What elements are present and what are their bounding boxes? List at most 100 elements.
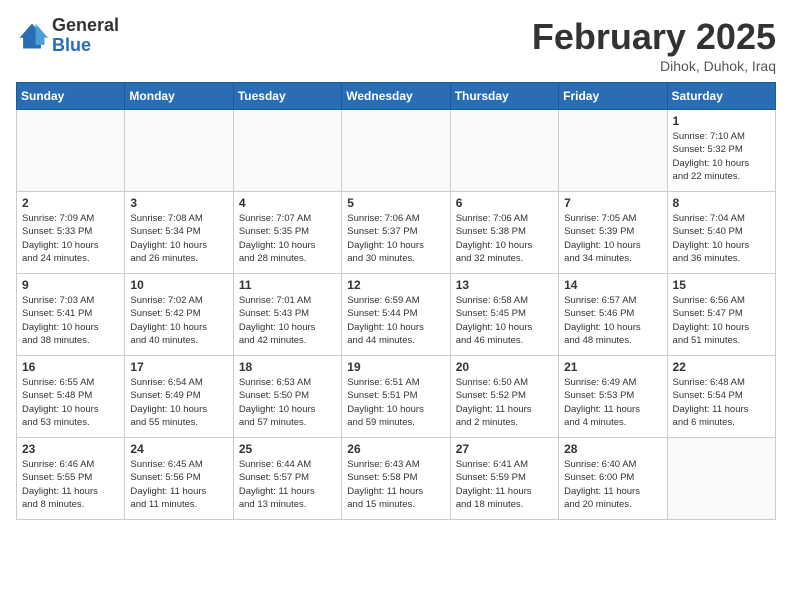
week-row-3: 9 Sunrise: 7:03 AM Sunset: 5:41 PM Daylig…	[17, 274, 776, 356]
day-number: 13	[456, 278, 553, 292]
calendar-cell: 21 Sunrise: 6:49 AM Sunset: 5:53 PM Dayli…	[559, 356, 667, 438]
weekday-header-tuesday: Tuesday	[233, 83, 341, 110]
day-info: Sunrise: 7:06 AM Sunset: 5:37 PM Dayligh…	[347, 212, 444, 265]
day-number: 23	[22, 442, 119, 456]
calendar-cell	[450, 110, 558, 192]
day-info: Sunrise: 6:53 AM Sunset: 5:50 PM Dayligh…	[239, 376, 336, 429]
calendar-cell: 16 Sunrise: 6:55 AM Sunset: 5:48 PM Dayli…	[17, 356, 125, 438]
calendar-cell: 7 Sunrise: 7:05 AM Sunset: 5:39 PM Daylig…	[559, 192, 667, 274]
calendar-cell: 4Sunrise: 7:07 AM Sunset: 5:35 PM Daylig…	[233, 192, 341, 274]
weekday-header-row: SundayMondayTuesdayWednesdayThursdayFrid…	[17, 83, 776, 110]
day-number: 14	[564, 278, 661, 292]
calendar-cell: 19 Sunrise: 6:51 AM Sunset: 5:51 PM Dayli…	[342, 356, 450, 438]
day-number: 3	[130, 196, 227, 210]
calendar-cell: 23 Sunrise: 6:46 AM Sunset: 5:55 PM Dayli…	[17, 438, 125, 520]
day-number: 8	[673, 196, 770, 210]
day-number: 19	[347, 360, 444, 374]
calendar-subtitle: Dihok, Duhok, Iraq	[532, 58, 776, 74]
calendar-cell	[342, 110, 450, 192]
day-info: Sunrise: 6:57 AM Sunset: 5:46 PM Dayligh…	[564, 294, 661, 347]
weekday-header-wednesday: Wednesday	[342, 83, 450, 110]
title-block: February 2025 Dihok, Duhok, Iraq	[532, 16, 776, 74]
day-number: 2	[22, 196, 119, 210]
day-info: Sunrise: 7:02 AM Sunset: 5:42 PM Dayligh…	[130, 294, 227, 347]
day-number: 9	[22, 278, 119, 292]
calendar-cell: 13 Sunrise: 6:58 AM Sunset: 5:45 PM Dayli…	[450, 274, 558, 356]
day-number: 10	[130, 278, 227, 292]
day-number: 28	[564, 442, 661, 456]
calendar-cell: 14 Sunrise: 6:57 AM Sunset: 5:46 PM Dayli…	[559, 274, 667, 356]
day-info: Sunrise: 7:01 AM Sunset: 5:43 PM Dayligh…	[239, 294, 336, 347]
calendar-cell: 12Sunrise: 6:59 AM Sunset: 5:44 PM Dayli…	[342, 274, 450, 356]
logo-icon	[16, 20, 48, 52]
logo-general: General	[52, 16, 119, 36]
calendar-cell: 3 Sunrise: 7:08 AM Sunset: 5:34 PM Daylig…	[125, 192, 233, 274]
day-info: Sunrise: 7:06 AM Sunset: 5:38 PM Dayligh…	[456, 212, 553, 265]
day-number: 21	[564, 360, 661, 374]
day-number: 22	[673, 360, 770, 374]
calendar-cell: 8Sunrise: 7:04 AM Sunset: 5:40 PM Daylig…	[667, 192, 775, 274]
day-info: Sunrise: 6:49 AM Sunset: 5:53 PM Dayligh…	[564, 376, 661, 429]
calendar-cell: 1Sunrise: 7:10 AM Sunset: 5:32 PM Daylig…	[667, 110, 775, 192]
day-number: 6	[456, 196, 553, 210]
logo-blue: Blue	[52, 36, 119, 56]
day-number: 16	[22, 360, 119, 374]
day-info: Sunrise: 7:08 AM Sunset: 5:34 PM Dayligh…	[130, 212, 227, 265]
calendar-cell: 18 Sunrise: 6:53 AM Sunset: 5:50 PM Dayli…	[233, 356, 341, 438]
calendar-cell: 10 Sunrise: 7:02 AM Sunset: 5:42 PM Dayli…	[125, 274, 233, 356]
week-row-4: 16 Sunrise: 6:55 AM Sunset: 5:48 PM Dayli…	[17, 356, 776, 438]
day-number: 7	[564, 196, 661, 210]
calendar-cell	[233, 110, 341, 192]
calendar-cell: 24 Sunrise: 6:45 AM Sunset: 5:56 PM Dayli…	[125, 438, 233, 520]
day-number: 11	[239, 278, 336, 292]
day-info: Sunrise: 7:03 AM Sunset: 5:41 PM Dayligh…	[22, 294, 119, 347]
calendar-cell	[559, 110, 667, 192]
calendar-cell: 22 Sunrise: 6:48 AM Sunset: 5:54 PM Dayli…	[667, 356, 775, 438]
day-number: 17	[130, 360, 227, 374]
weekday-header-thursday: Thursday	[450, 83, 558, 110]
day-info: Sunrise: 6:44 AM Sunset: 5:57 PM Dayligh…	[239, 458, 336, 511]
day-info: Sunrise: 6:51 AM Sunset: 5:51 PM Dayligh…	[347, 376, 444, 429]
day-info: Sunrise: 7:09 AM Sunset: 5:33 PM Dayligh…	[22, 212, 119, 265]
day-info: Sunrise: 6:40 AM Sunset: 6:00 PM Dayligh…	[564, 458, 661, 511]
calendar-cell: 17 Sunrise: 6:54 AM Sunset: 5:49 PM Dayli…	[125, 356, 233, 438]
calendar-cell	[125, 110, 233, 192]
calendar-cell	[17, 110, 125, 192]
day-number: 20	[456, 360, 553, 374]
day-number: 15	[673, 278, 770, 292]
calendar-cell: 9 Sunrise: 7:03 AM Sunset: 5:41 PM Daylig…	[17, 274, 125, 356]
day-number: 27	[456, 442, 553, 456]
day-number: 1	[673, 114, 770, 128]
weekday-header-monday: Monday	[125, 83, 233, 110]
day-number: 4	[239, 196, 336, 210]
day-number: 12	[347, 278, 444, 292]
calendar-cell: 6 Sunrise: 7:06 AM Sunset: 5:38 PM Daylig…	[450, 192, 558, 274]
day-info: Sunrise: 7:05 AM Sunset: 5:39 PM Dayligh…	[564, 212, 661, 265]
day-number: 24	[130, 442, 227, 456]
day-info: Sunrise: 6:45 AM Sunset: 5:56 PM Dayligh…	[130, 458, 227, 511]
week-row-5: 23 Sunrise: 6:46 AM Sunset: 5:55 PM Dayli…	[17, 438, 776, 520]
calendar-cell: 27Sunrise: 6:41 AM Sunset: 5:59 PM Dayli…	[450, 438, 558, 520]
week-row-1: 1Sunrise: 7:10 AM Sunset: 5:32 PM Daylig…	[17, 110, 776, 192]
day-info: Sunrise: 6:55 AM Sunset: 5:48 PM Dayligh…	[22, 376, 119, 429]
day-info: Sunrise: 6:54 AM Sunset: 5:49 PM Dayligh…	[130, 376, 227, 429]
day-info: Sunrise: 6:58 AM Sunset: 5:45 PM Dayligh…	[456, 294, 553, 347]
day-info: Sunrise: 6:46 AM Sunset: 5:55 PM Dayligh…	[22, 458, 119, 511]
day-info: Sunrise: 6:50 AM Sunset: 5:52 PM Dayligh…	[456, 376, 553, 429]
calendar-cell: 25 Sunrise: 6:44 AM Sunset: 5:57 PM Dayli…	[233, 438, 341, 520]
day-info: Sunrise: 6:48 AM Sunset: 5:54 PM Dayligh…	[673, 376, 770, 429]
calendar-cell: 26Sunrise: 6:43 AM Sunset: 5:58 PM Dayli…	[342, 438, 450, 520]
weekday-header-sunday: Sunday	[17, 83, 125, 110]
calendar-cell: 20 Sunrise: 6:50 AM Sunset: 5:52 PM Dayli…	[450, 356, 558, 438]
page-header: General Blue February 2025 Dihok, Duhok,…	[16, 16, 776, 74]
weekday-header-friday: Friday	[559, 83, 667, 110]
weekday-header-saturday: Saturday	[667, 83, 775, 110]
calendar-cell: 28 Sunrise: 6:40 AM Sunset: 6:00 PM Dayli…	[559, 438, 667, 520]
day-number: 25	[239, 442, 336, 456]
day-info: Sunrise: 6:56 AM Sunset: 5:47 PM Dayligh…	[673, 294, 770, 347]
day-number: 18	[239, 360, 336, 374]
calendar-title: February 2025	[532, 16, 776, 58]
logo-text: General Blue	[52, 16, 119, 56]
day-number: 26	[347, 442, 444, 456]
calendar-cell: 5Sunrise: 7:06 AM Sunset: 5:37 PM Daylig…	[342, 192, 450, 274]
